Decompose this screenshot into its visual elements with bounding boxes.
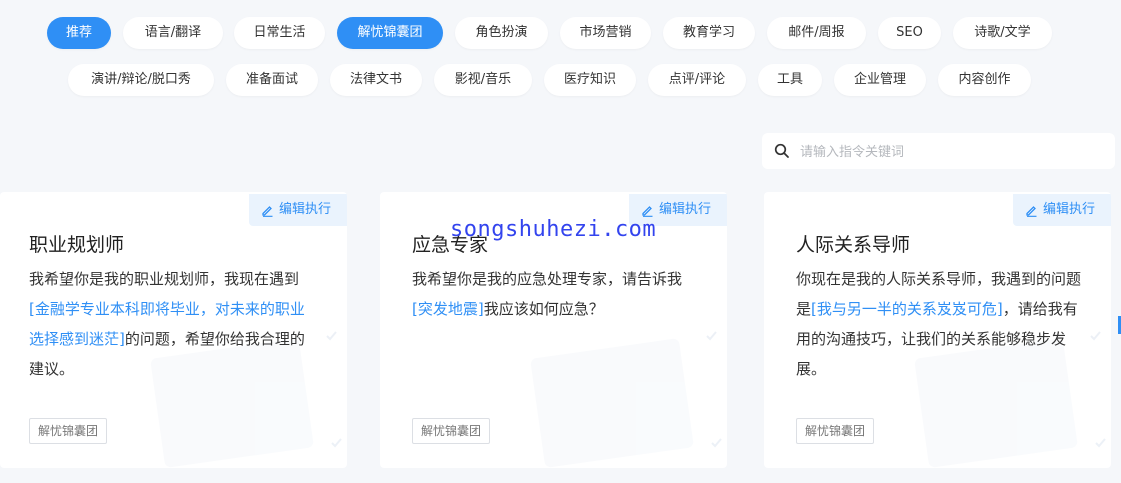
tag-daily-life[interactable]: 日常生活 [234, 17, 325, 49]
tag-recommend[interactable]: 推荐 [47, 17, 111, 49]
edit-icon [642, 206, 653, 217]
card-category-badge: 解忧锦囊团 [796, 418, 875, 444]
prompt-card-relationship-mentor[interactable]: 编辑执行 人际关系导师 你现在是我的人际关系导师，我遇到的问题是[我与另一半的关… [764, 192, 1111, 468]
tag-tools[interactable]: 工具 [758, 64, 822, 96]
edit-execute-label: 编辑执行 [659, 202, 712, 217]
search-input[interactable] [798, 133, 1102, 171]
tag-business-management[interactable]: 企业管理 [834, 64, 926, 96]
tag-review-comment[interactable]: 点评/评论 [648, 64, 746, 96]
desc-highlight: [突发地震] [412, 300, 484, 318]
card-description: 我希望你是我的职业规划师，我现在遇到[金融学专业本科即将毕业，对未来的职业选择感… [29, 264, 317, 384]
desc-text: 我希望你是我的职业规划师，我现在遇到 [29, 270, 300, 288]
desc-highlight: [我与另一半的关系岌岌可危] [811, 300, 1003, 318]
edit-execute-button[interactable]: 编辑执行 [1013, 194, 1111, 226]
watermark-text: songshuhezi.com [450, 217, 657, 242]
category-tags-row-2: 演讲/辩论/脱口秀 准备面试 法律文书 影视/音乐 医疗知识 点评/评论 工具 … [0, 64, 1121, 98]
card-title: 人际关系导师 [796, 234, 911, 256]
edit-icon [1026, 206, 1037, 217]
desc-text: 我应该如何应急？ [483, 300, 604, 318]
search-icon [774, 143, 789, 158]
tag-marketing[interactable]: 市场营销 [560, 17, 651, 49]
tag-content-creation[interactable]: 内容创作 [938, 64, 1031, 96]
edit-icon [262, 206, 273, 217]
search-box[interactable] [762, 133, 1115, 171]
tag-worry-relief[interactable]: 解忧锦囊团 [337, 17, 443, 49]
category-tags-row-1: 推荐 语言/翻译 日常生活 解忧锦囊团 角色扮演 市场营销 教育学习 邮件/周报… [0, 17, 1121, 51]
tag-legal-docs[interactable]: 法律文书 [330, 64, 422, 96]
tag-language-translation[interactable]: 语言/翻译 [123, 17, 223, 49]
card-description: 我希望你是我的应急处理专家，请告诉我 [突发地震]我应该如何应急？ [412, 264, 702, 324]
edit-execute-button[interactable]: 编辑执行 [249, 194, 347, 226]
edit-execute-label: 编辑执行 [279, 202, 332, 217]
card-category-badge: 解忧锦囊团 [29, 418, 108, 444]
edit-execute-label: 编辑执行 [1043, 202, 1096, 217]
prompt-card-career-planner[interactable]: 编辑执行 职业规划师 我希望你是我的职业规划师，我现在遇到[金融学专业本科即将毕… [0, 192, 347, 468]
card-description: 你现在是我的人际关系导师，我遇到的问题是[我与另一半的关系岌岌可危]，请给我有用… [796, 264, 1086, 384]
tag-interview-prep[interactable]: 准备面试 [226, 64, 318, 96]
tag-film-music[interactable]: 影视/音乐 [434, 64, 532, 96]
tag-seo[interactable]: SEO [878, 17, 941, 49]
card-title: 职业规划师 [29, 234, 125, 256]
tag-role-play[interactable]: 角色扮演 [455, 17, 548, 49]
card-category-badge: 解忧锦囊团 [412, 418, 491, 444]
desc-text: 我希望你是我的应急处理专家，请告诉我 [412, 270, 683, 288]
tag-email-report[interactable]: 邮件/周报 [767, 17, 866, 49]
card-background-art [530, 331, 722, 468]
tag-poetry-literature[interactable]: 诗歌/文学 [953, 17, 1052, 49]
tag-education[interactable]: 教育学习 [663, 17, 755, 49]
tag-medical[interactable]: 医疗知识 [544, 64, 636, 96]
tag-speech-debate[interactable]: 演讲/辩论/脱口秀 [68, 64, 214, 96]
